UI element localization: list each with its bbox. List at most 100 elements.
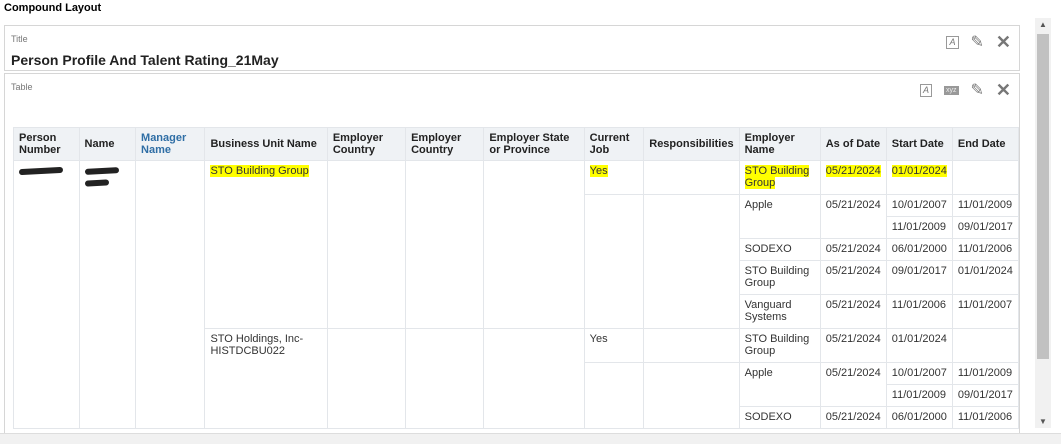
business-unit-cell: STO Building Group [204, 160, 328, 329]
employer-name-cell: Vanguard Systems [738, 294, 821, 329]
title-view-label: Title [11, 34, 28, 44]
current-job-cell [583, 194, 645, 329]
as-of-date-cell-text: 05/21/2024 [825, 367, 881, 379]
as-of-date-cell-text: 05/21/2024 [825, 199, 881, 211]
column-header[interactable]: Employer Country [405, 127, 485, 161]
as-of-date-cell-text: 05/21/2024 [825, 299, 881, 311]
employer-name-cell-text: Vanguard Systems [744, 299, 792, 323]
manager-name-cell [135, 160, 206, 429]
page-title: Compound Layout [4, 2, 102, 14]
employer-name-cell: STO Building Group [738, 328, 821, 363]
scroll-up-icon[interactable]: ▲ [1039, 20, 1047, 29]
start-date-cell-text: 11/01/2009 [891, 389, 947, 401]
end-date-cell-text: 09/01/2017 [957, 389, 1013, 401]
horizontal-scrollbar[interactable] [0, 433, 1061, 444]
column-header[interactable]: Employer State or Province [483, 127, 585, 161]
start-date-cell-text: 01/01/2024 [891, 165, 947, 177]
end-date-cell: 01/01/2024 [951, 260, 1019, 295]
rename-xyz-icon[interactable]: xyz [944, 85, 959, 95]
table-view-panel: Table A xyz ✎ ✕ Person Number Name Manager… [4, 73, 1020, 443]
close-icon[interactable]: ✕ [996, 81, 1011, 99]
column-header[interactable]: Manager Name [135, 127, 206, 161]
start-date-cell: 10/01/2007 [885, 362, 953, 385]
table-view-label: Table [11, 82, 33, 92]
business-unit-cell-text: STO Holdings, Inc-HISTDCBU022 [210, 333, 304, 357]
employer-name-cell: SODEXO [738, 238, 821, 261]
end-date-cell: 09/01/2017 [951, 384, 1019, 407]
end-date-cell-text: 11/01/2009 [957, 199, 1013, 211]
column-header[interactable]: Start Date [885, 127, 953, 161]
employer-country-cell [405, 328, 485, 429]
end-date-cell: 11/01/2009 [951, 362, 1019, 385]
responsibilities-cell [643, 328, 740, 363]
as-of-date-cell-text: 05/21/2024 [825, 265, 881, 277]
column-header[interactable]: Name [78, 127, 137, 161]
scroll-down-icon[interactable]: ▼ [1039, 417, 1047, 426]
start-date-cell: 06/01/2000 [885, 406, 953, 429]
edit-pencil-icon[interactable]: ✎ [971, 32, 984, 52]
business-unit-cell-text: STO Building Group [210, 165, 309, 177]
as-of-date-cell: 05/21/2024 [819, 160, 887, 195]
column-header[interactable]: Responsibilities [643, 127, 740, 161]
current-job-cell-text: Yes [589, 165, 608, 177]
column-header[interactable]: Employer Name [738, 127, 821, 161]
column-header[interactable]: Current Job [583, 127, 645, 161]
employer-name-cell-text: STO Building Group [744, 333, 810, 357]
current-job-cell-text: Yes [589, 333, 608, 345]
end-date-cell: 11/01/2006 [951, 406, 1019, 429]
end-date-cell-text: 11/01/2006 [957, 243, 1013, 255]
start-date-cell-text: 11/01/2009 [891, 221, 947, 233]
end-date-cell-text: 09/01/2017 [957, 221, 1013, 233]
employer-name-cell-text: STO Building Group [744, 265, 810, 289]
start-date-cell-text: 10/01/2007 [891, 199, 947, 211]
column-header[interactable]: End Date [951, 127, 1019, 161]
end-date-cell [951, 328, 1019, 363]
employer-state-cell [483, 160, 585, 329]
employer-country-cell [326, 328, 407, 429]
employer-country-cell [405, 160, 485, 329]
employer-name-cell-text: Apple [744, 199, 773, 211]
as-of-date-cell-text: 05/21/2024 [825, 333, 881, 345]
start-date-cell: 10/01/2007 [885, 194, 953, 217]
edit-pencil-icon[interactable]: ✎ [971, 80, 984, 100]
redacted-value [18, 166, 64, 176]
name-cell [78, 160, 137, 429]
start-date-cell: 11/01/2009 [885, 216, 953, 239]
start-date-cell: 01/01/2024 [885, 328, 953, 363]
employer-name-cell: SODEXO [738, 406, 821, 429]
redacted-value [84, 179, 109, 187]
format-icon[interactable]: A [946, 35, 959, 49]
format-icon[interactable]: A [919, 83, 932, 97]
redacted-value [84, 167, 119, 175]
start-date-cell-text: 11/01/2006 [891, 299, 947, 311]
employer-name-cell-text: SODEXO [744, 411, 792, 423]
start-date-cell-text: 01/01/2024 [891, 333, 947, 345]
report-title: Person Profile And Talent Rating_21May [11, 52, 279, 68]
column-header[interactable]: As of Date [819, 127, 887, 161]
employer-name-cell-text: STO Building Group [744, 165, 810, 189]
employer-name-cell: STO Building Group [738, 160, 821, 195]
start-date-cell-text: 09/01/2017 [891, 265, 947, 277]
close-icon[interactable]: ✕ [996, 33, 1011, 51]
end-date-cell [951, 160, 1019, 195]
as-of-date-cell: 05/21/2024 [819, 194, 887, 239]
employer-country-cell [326, 160, 407, 329]
current-job-cell [583, 362, 645, 429]
start-date-cell: 01/01/2024 [885, 160, 953, 195]
end-date-cell-text: 11/01/2006 [957, 411, 1013, 423]
column-header[interactable]: Business Unit Name [204, 127, 328, 161]
as-of-date-cell-text: 05/21/2024 [825, 243, 881, 255]
employer-name-cell: Apple [738, 362, 821, 407]
column-header[interactable]: Person Number [13, 127, 80, 161]
business-unit-cell: STO Holdings, Inc-HISTDCBU022 [204, 328, 328, 429]
employer-name-cell: STO Building Group [738, 260, 821, 295]
vertical-scrollbar[interactable]: ▲ ▼ [1035, 18, 1051, 428]
as-of-date-cell: 05/21/2024 [819, 406, 887, 429]
data-table: Person Number Name Manager Name Business Un… [13, 127, 1019, 429]
responsibilities-cell [643, 362, 740, 429]
title-view-panel: Title Person Profile And Talent Rating_2… [4, 25, 1020, 71]
employer-state-cell [483, 328, 585, 429]
scrollbar-thumb[interactable] [1037, 34, 1049, 359]
column-header[interactable]: Employer Country [326, 127, 407, 161]
start-date-cell: 09/01/2017 [885, 260, 953, 295]
